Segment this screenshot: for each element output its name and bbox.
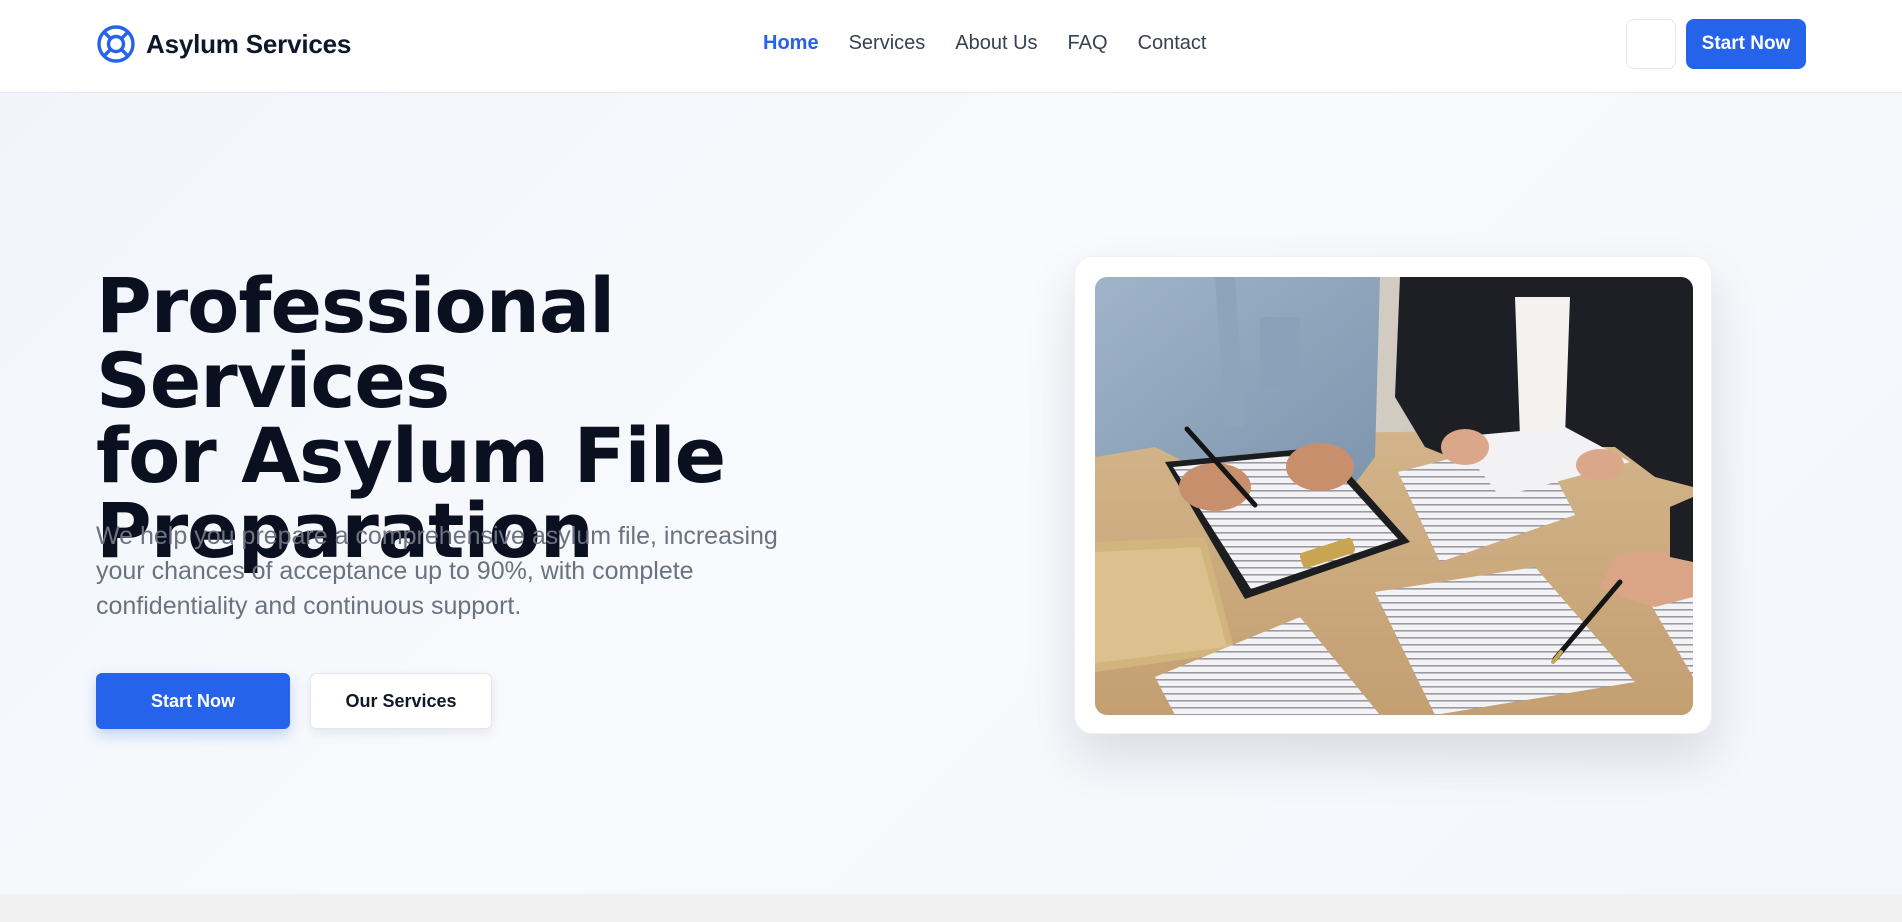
start-now-button[interactable]: Start Now <box>96 673 290 729</box>
nav-link-contact[interactable]: Contact <box>1138 32 1207 55</box>
nav-link-about-us[interactable]: About Us <box>955 32 1037 55</box>
hero-section: Professional Services for Asylum File Pr… <box>0 93 1902 894</box>
nav-link-faq[interactable]: FAQ <box>1068 32 1108 55</box>
main-nav: Home Services About Us FAQ Contact <box>763 32 1237 55</box>
hero-photo <box>1095 277 1693 715</box>
hero-subtitle-line: your chances of acceptance up to 90%, wi… <box>96 557 694 585</box>
theme-toggle-button[interactable] <box>1626 19 1676 69</box>
next-section-edge <box>0 894 1902 922</box>
hero-subtitle-line: We help you prepare a comprehensive asyl… <box>96 522 778 550</box>
hero-subtitle: We help you prepare a comprehensive asyl… <box>96 519 806 624</box>
nav-link-services[interactable]: Services <box>849 32 926 55</box>
site-header: Asylum Services Home Services About Us F… <box>0 0 1902 93</box>
nav-link-home[interactable]: Home <box>763 32 819 55</box>
hero-title-line: Professional Services <box>96 261 615 425</box>
hero-subtitle-line: confidentiality and continuous support. <box>96 592 522 620</box>
brand-logo[interactable]: Asylum Services <box>96 24 351 64</box>
hero-image-card <box>1074 256 1712 734</box>
our-services-button[interactable]: Our Services <box>310 673 492 729</box>
lifebuoy-icon <box>97 25 135 63</box>
header-start-now-button[interactable]: Start Now <box>1686 19 1806 69</box>
brand-name: Asylum Services <box>146 28 352 59</box>
